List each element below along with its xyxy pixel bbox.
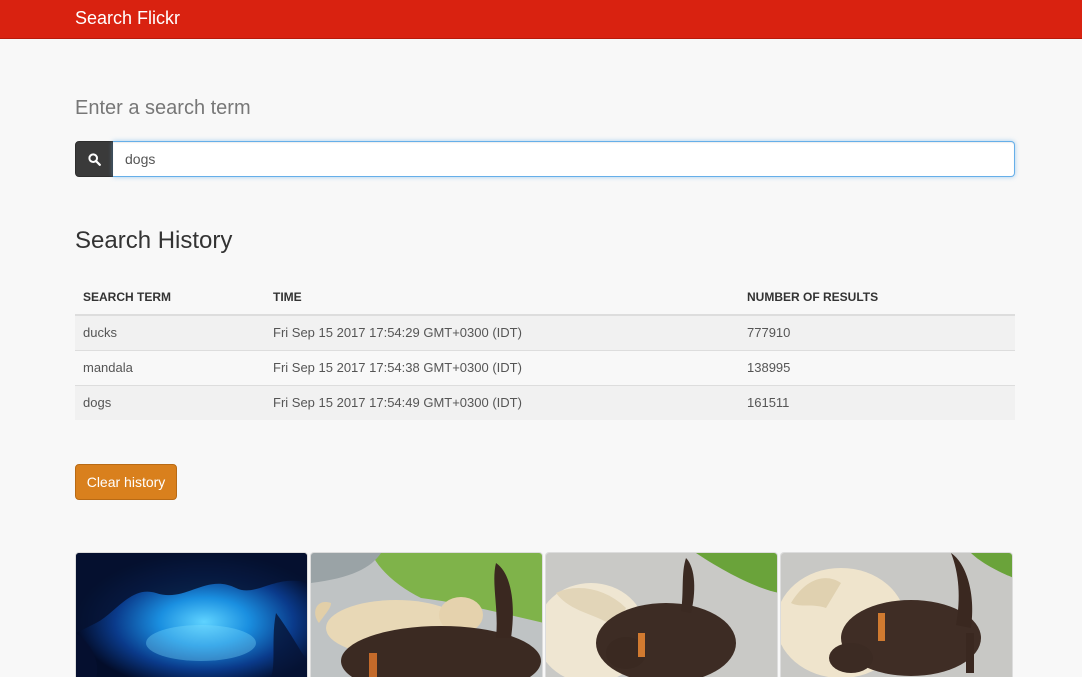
- photo-gallery: [75, 552, 1015, 677]
- time-cell: Fri Sep 15 2017 17:54:38 GMT+0300 (IDT): [265, 349, 739, 385]
- photo-thumbnail[interactable]: [75, 552, 308, 677]
- search-icon: [87, 152, 101, 166]
- search-term-cell: ducks: [75, 315, 265, 350]
- table-row[interactable]: mandala Fri Sep 15 2017 17:54:38 GMT+030…: [75, 349, 1015, 385]
- table-row[interactable]: ducks Fri Sep 15 2017 17:54:29 GMT+0300 …: [75, 315, 1015, 350]
- search-prompt: Enter a search term: [75, 97, 251, 119]
- brand-link[interactable]: Search Flickr: [75, 8, 180, 29]
- column-header-number-of-results: NUMBER OF RESULTS: [739, 280, 1015, 316]
- history-table: SEARCH TERM TIME NUMBER OF RESULTS ducks…: [75, 280, 1015, 420]
- results-cell: 777910: [739, 315, 1015, 350]
- column-header-time: TIME: [265, 280, 739, 316]
- underwater-cave-image: [76, 553, 307, 677]
- time-cell: Fri Sep 15 2017 17:54:29 GMT+0300 (IDT): [265, 315, 739, 350]
- table-header-row: SEARCH TERM TIME NUMBER OF RESULTS: [75, 280, 1015, 316]
- column-header-search-term: SEARCH TERM: [75, 280, 265, 316]
- search-button[interactable]: [75, 141, 113, 177]
- results-cell: 138995: [739, 349, 1015, 385]
- search-term-cell: mandala: [75, 349, 265, 385]
- search-bar: [75, 141, 1015, 177]
- dogs-photo-image: [546, 553, 777, 677]
- search-input[interactable]: [113, 141, 1015, 177]
- dogs-photo-image: [311, 553, 542, 677]
- dogs-photo-image: [781, 553, 1012, 677]
- results-cell: 161511: [739, 384, 1015, 420]
- photo-thumbnail[interactable]: [545, 552, 778, 677]
- search-term-cell: dogs: [75, 384, 265, 420]
- table-row[interactable]: dogs Fri Sep 15 2017 17:54:49 GMT+0300 (…: [75, 384, 1015, 420]
- history-title: Search History: [75, 227, 233, 254]
- time-cell: Fri Sep 15 2017 17:54:49 GMT+0300 (IDT): [265, 384, 739, 420]
- clear-history-button[interactable]: Clear history: [75, 464, 177, 500]
- photo-thumbnail[interactable]: [780, 552, 1013, 677]
- navbar: Search Flickr: [0, 0, 1082, 39]
- photo-thumbnail[interactable]: [310, 552, 543, 677]
